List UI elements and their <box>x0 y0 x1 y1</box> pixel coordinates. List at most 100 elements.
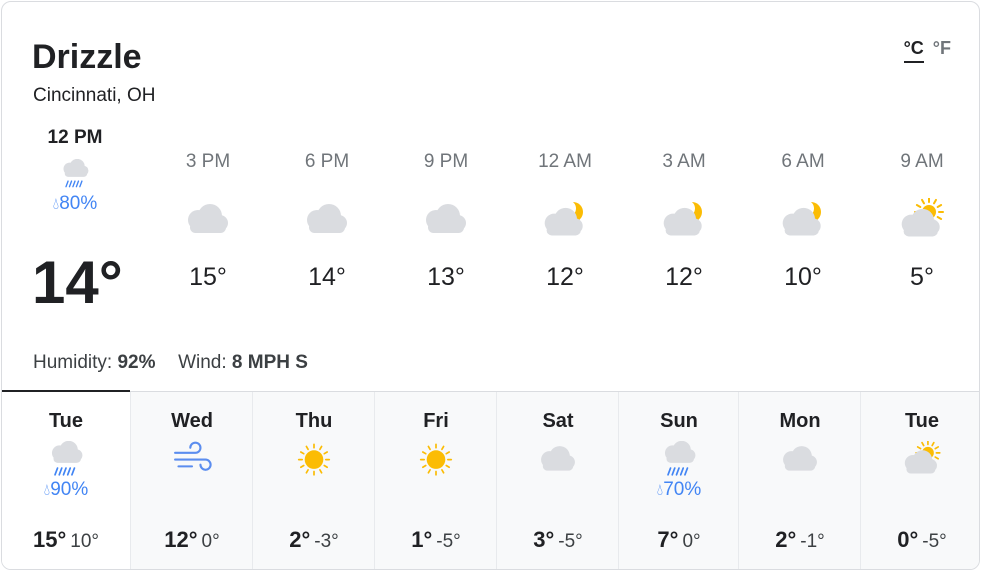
day-name: Mon <box>779 410 821 432</box>
day-temperatures: 0° -5° <box>861 527 979 553</box>
hour-time: 6 PM <box>304 151 350 172</box>
hour-temperature: 5° <box>910 263 934 291</box>
hour-temperature: 10° <box>784 263 822 291</box>
hour-time: 9 PM <box>423 151 469 172</box>
hour-temperature: 15° <box>189 263 227 291</box>
day-precip <box>861 479 979 501</box>
day-low: 10° <box>70 531 99 552</box>
sun-icon <box>414 441 458 477</box>
cloud-icon <box>301 198 353 242</box>
day-name: Tue <box>904 410 940 432</box>
hour-time: 9 AM <box>900 151 944 172</box>
current-temperature: 14° <box>32 249 123 316</box>
day-column[interactable]: Tue 0° -5° <box>860 392 979 569</box>
moon-cloud-icon <box>777 198 829 242</box>
day-column[interactable]: Wed 12° 0° <box>130 392 253 569</box>
cloud-icon <box>778 441 822 477</box>
hour-column[interactable]: 9 PM 13° <box>386 151 506 292</box>
cloud-icon <box>536 441 580 477</box>
cloud-icon <box>182 198 234 242</box>
day-low: -5° <box>436 531 461 552</box>
day-low: -1° <box>800 531 825 552</box>
hour-time: 6 AM <box>781 151 825 172</box>
day-low: -5° <box>922 531 947 552</box>
hour-temperature: 14° <box>308 263 346 291</box>
day-column[interactable]: Fri 1° -5° <box>374 392 497 569</box>
day-name: Sat <box>542 410 574 432</box>
moon-cloud-icon <box>539 198 591 242</box>
day-column[interactable]: Tue 💧︎90% 15° 10° <box>2 390 130 569</box>
hour-temperature: 12° <box>665 263 703 291</box>
daily-forecast: Tue 💧︎90% 15° 10° Wed 12° 0° Thu 2° -3° Fri 1° -5° Sa… <box>2 390 979 569</box>
cloud-icon <box>420 198 472 242</box>
day-high: 12° <box>164 527 198 552</box>
day-column[interactable]: Mon 2° -1° <box>738 392 861 569</box>
day-temperatures: 1° -5° <box>375 527 497 553</box>
humidity-value: 92% <box>117 352 156 373</box>
location-label: Cincinnati, OH <box>33 85 156 106</box>
unit-toggle: °C °F <box>903 38 951 63</box>
day-low: 0° <box>201 531 220 552</box>
day-low: -5° <box>558 531 583 552</box>
humidity-label: Humidity: <box>33 352 113 373</box>
day-column[interactable]: Sun 💧︎70% 7° 0° <box>618 392 739 569</box>
day-column[interactable]: Thu 2° -3° <box>252 392 375 569</box>
day-name: Fri <box>423 410 449 432</box>
rain-cloud-icon <box>657 440 701 477</box>
day-name: Tue <box>48 410 84 432</box>
hour-time: 3 AM <box>662 151 706 172</box>
hour-column[interactable]: 3 PM 15° <box>148 151 268 292</box>
sun-icon <box>292 441 336 477</box>
sun-cloud-icon <box>896 197 948 242</box>
celsius-button[interactable]: °C <box>903 38 924 63</box>
weather-card: Drizzle Cincinnati, OH °C °F 12 PM 💧︎80%… <box>1 1 980 570</box>
day-precip <box>497 479 619 501</box>
hour-temperature: 12° <box>546 263 584 291</box>
hour-time: 12 AM <box>538 151 592 172</box>
day-high: 0° <box>897 527 919 552</box>
day-precip <box>375 479 497 501</box>
rain-cloud-icon <box>57 158 93 193</box>
moon-cloud-icon <box>658 198 710 242</box>
current-time: 12 PM <box>47 127 103 148</box>
day-column[interactable]: Sat 3° -5° <box>496 392 619 569</box>
hour-column[interactable]: 3 AM 12° <box>624 151 744 292</box>
hour-column[interactable]: 12 AM 12° <box>505 151 625 292</box>
hour-time: 3 PM <box>185 151 231 172</box>
hourly-forecast: 3 PM 15° 6 PM 14° 9 PM 13° 12 AM 12° 3 AM 12° 6 AM… <box>148 151 979 311</box>
day-temperatures: 12° 0° <box>131 527 253 553</box>
day-name: Thu <box>295 410 333 432</box>
day-low: -3° <box>314 531 339 552</box>
day-precip: 💧︎70% <box>656 479 702 500</box>
day-high: 3° <box>533 527 555 552</box>
day-precip <box>739 479 861 501</box>
day-temperatures: 2° -3° <box>253 527 375 553</box>
day-precip: 💧︎90% <box>43 479 89 500</box>
hour-temperature: 13° <box>427 263 465 291</box>
day-temperatures: 2° -1° <box>739 527 861 553</box>
fahrenheit-button[interactable]: °F <box>933 38 951 58</box>
day-name: Wed <box>171 410 213 432</box>
sun-cloud-icon <box>900 440 944 477</box>
hour-column[interactable]: 9 AM 5° <box>862 151 979 292</box>
condition-title: Drizzle <box>32 38 142 76</box>
current-precip: 💧︎80% <box>52 193 98 214</box>
day-precip <box>253 479 375 501</box>
day-high: 2° <box>289 527 311 552</box>
day-high: 2° <box>775 527 797 552</box>
hour-column[interactable]: 6 PM 14° <box>267 151 387 292</box>
wind-value: 8 MPH S <box>231 352 308 373</box>
wind-label: Wind: <box>178 352 227 373</box>
day-temperatures: 15° 10° <box>2 527 130 553</box>
day-high: 7° <box>657 527 679 552</box>
day-temperatures: 3° -5° <box>497 527 619 553</box>
hour-column[interactable]: 6 AM 10° <box>743 151 863 292</box>
day-high: 15° <box>32 527 67 552</box>
current-hour[interactable]: 12 PM 💧︎80% <box>28 127 122 215</box>
day-high: 1° <box>411 527 433 552</box>
day-precip <box>131 479 253 501</box>
day-temperatures: 7° 0° <box>619 527 739 553</box>
rain-cloud-icon <box>44 440 88 477</box>
day-low: 0° <box>682 531 701 552</box>
day-name: Sun <box>660 410 698 432</box>
